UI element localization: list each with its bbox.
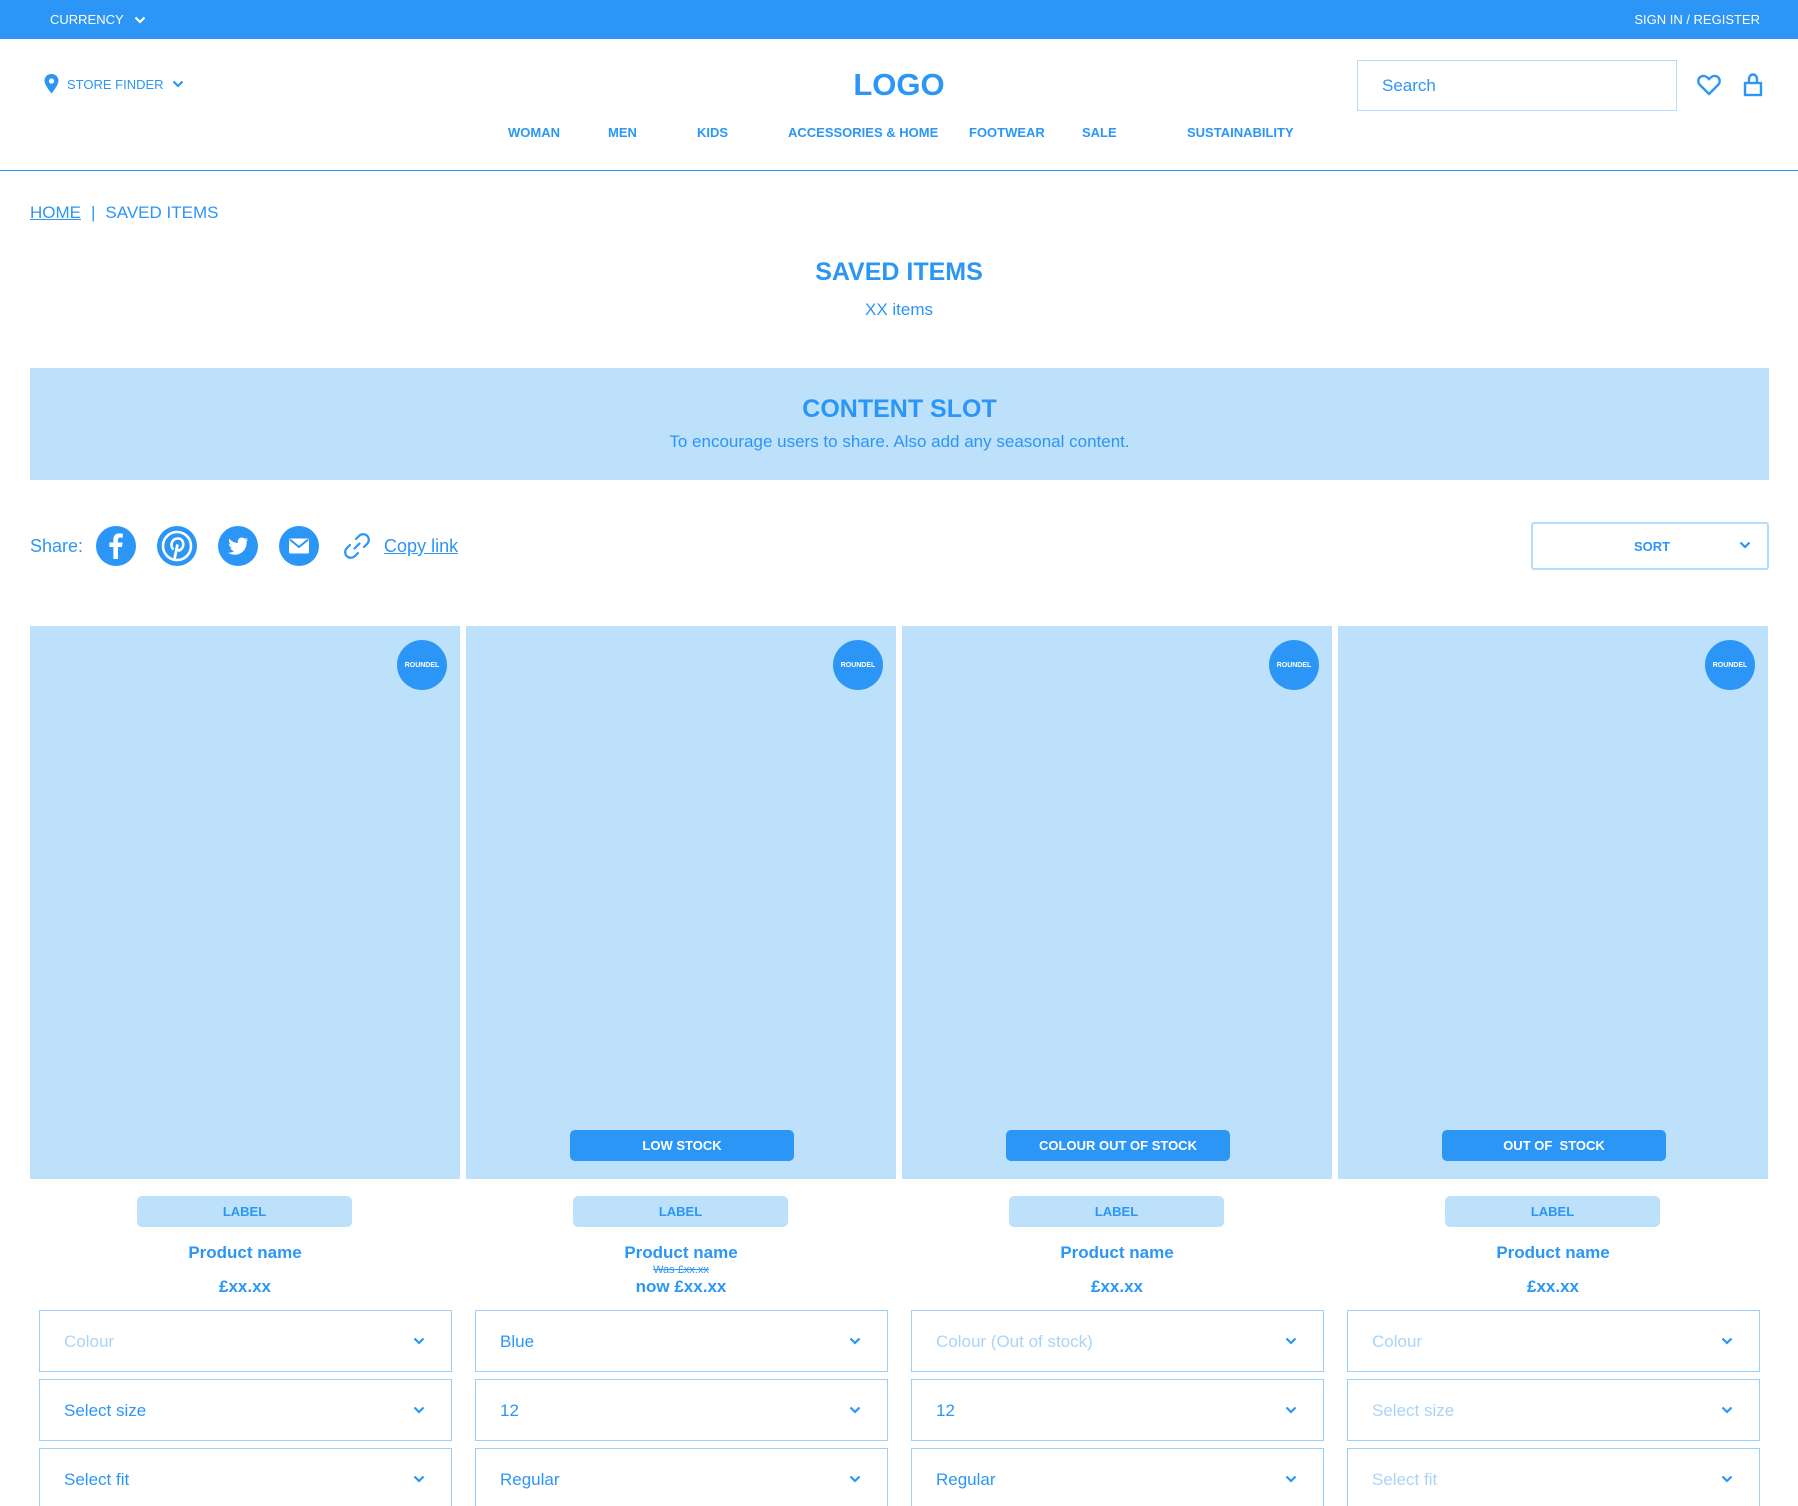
fit-select-value: Select fit [1372, 1470, 1438, 1489]
colour-select[interactable]: Colour [39, 1310, 452, 1372]
chevron-down-icon [1739, 541, 1751, 549]
roundel-badge: ROUNDEL [833, 640, 883, 690]
chevron-down-icon [1721, 1406, 1733, 1414]
twitter-icon[interactable] [218, 526, 259, 566]
page-title: SAVED ITEMS [815, 258, 983, 286]
colour-select[interactable]: Blue [475, 1310, 888, 1372]
stock-badge: LOW STOCK [570, 1130, 794, 1161]
product-price: now £xx.xx [635, 1277, 727, 1296]
fit-select[interactable]: Regular [475, 1448, 888, 1506]
chevron-down-icon [849, 1406, 861, 1414]
product-name[interactable]: Product name [902, 1243, 1332, 1263]
size-select-value: Select size [1372, 1401, 1455, 1420]
was-price: Was £xx.xx [653, 1264, 709, 1276]
content-slot-text: To encourage users to share. Also add an… [669, 432, 1130, 451]
chevron-down-icon [134, 16, 145, 24]
colour-select-value: Colour [1372, 1332, 1423, 1351]
share-bar: Share: Copy link [30, 525, 458, 567]
product-image[interactable] [902, 626, 1332, 1179]
size-select[interactable]: 12 [911, 1379, 1324, 1441]
product-name[interactable]: Product name [466, 1243, 896, 1263]
nav-item-men[interactable]: MEN [608, 125, 637, 140]
stock-badge: OUT OF STOCK [1442, 1130, 1666, 1161]
product-image[interactable] [466, 626, 896, 1179]
sort-dropdown[interactable]: SORT [1531, 522, 1769, 570]
content-slot-title: CONTENT SLOT [802, 395, 997, 423]
colour-select-value: Colour [64, 1332, 115, 1351]
fit-select[interactable]: Select fit [39, 1448, 452, 1506]
roundel-badge: ROUNDEL [1705, 640, 1755, 690]
nav-item-footwear[interactable]: FOOTWEAR [969, 125, 1045, 140]
chevron-down-icon [413, 1337, 425, 1345]
chevron-down-icon [1285, 1406, 1297, 1414]
nav-item-accessories-home[interactable]: ACCESSORIES & HOME [788, 125, 938, 140]
nav-item-kids[interactable]: KIDS [697, 125, 728, 140]
search-input[interactable] [1357, 60, 1677, 111]
facebook-icon[interactable] [96, 526, 137, 566]
fit-select[interactable]: Select fit [1347, 1448, 1760, 1506]
fit-select-value: Select fit [64, 1470, 130, 1489]
roundel-badge: ROUNDEL [397, 640, 447, 690]
nav-item-sale[interactable]: SALE [1082, 125, 1117, 140]
colour-select[interactable]: Colour [1347, 1310, 1760, 1372]
product-name[interactable]: Product name [30, 1243, 460, 1263]
chevron-down-icon [413, 1406, 425, 1414]
item-count: XX items [864, 300, 934, 319]
sort-label: SORT [1633, 539, 1671, 554]
chevron-down-icon [1285, 1337, 1297, 1345]
size-select-value: 12 [500, 1401, 519, 1420]
breadcrumb-current: SAVED ITEMS [105, 203, 219, 222]
product-image[interactable] [1338, 626, 1768, 1179]
chevron-down-icon [1285, 1475, 1297, 1483]
top-bar: CURRENCY SIGN IN / REGISTER [0, 0, 1798, 39]
colour-select[interactable]: Colour (Out of stock) [911, 1310, 1324, 1372]
pinterest-icon[interactable] [157, 526, 198, 566]
chevron-down-icon [849, 1337, 861, 1345]
size-select-value: Select size [64, 1401, 147, 1420]
currency-selector[interactable]: CURRENCY [50, 12, 146, 27]
roundel-badge: ROUNDEL [1269, 640, 1319, 690]
nav-item-woman[interactable]: WOMAN [508, 125, 560, 140]
sign-in-register-link[interactable]: SIGN IN / REGISTER [1634, 12, 1760, 27]
product-price: £xx.xx [1091, 1277, 1143, 1296]
product-image[interactable] [30, 626, 460, 1179]
content-slot-banner: CONTENT SLOT To encourage users to share… [30, 368, 1769, 480]
product-price: £xx.xx [219, 1277, 271, 1296]
share-label: Share: [30, 535, 84, 556]
nav-item-sustainability[interactable]: SUSTAINABILITY [1187, 125, 1294, 140]
email-icon[interactable] [279, 526, 320, 566]
copy-link[interactable]: Copy link [384, 536, 458, 557]
product-label: LABEL [1009, 1196, 1224, 1227]
chevron-down-icon [1721, 1475, 1733, 1483]
site-header: STORE FINDER LOGO WOMAN MEN KIDS ACCESSO… [0, 39, 1798, 171]
fit-select-value: Regular [500, 1470, 560, 1489]
colour-select-value: Blue [500, 1332, 535, 1351]
product-label: LABEL [137, 1196, 352, 1227]
chevron-down-icon [413, 1475, 425, 1483]
colour-select-value: Colour (Out of stock) [936, 1332, 1093, 1351]
size-select[interactable]: Select size [39, 1379, 452, 1441]
product-label: LABEL [573, 1196, 788, 1227]
main-nav: WOMAN MEN KIDS ACCESSORIES & HOME FOOTWE… [0, 125, 1798, 145]
size-select[interactable]: Select size [1347, 1379, 1760, 1441]
breadcrumb: HOME | SAVED ITEMS [30, 203, 218, 223]
breadcrumb-separator: | [91, 203, 96, 222]
link-icon[interactable] [340, 529, 374, 563]
size-select-value: 12 [936, 1401, 955, 1420]
shopping-bag-icon[interactable] [1739, 71, 1767, 99]
chevron-down-icon [849, 1475, 861, 1483]
wishlist-heart-icon[interactable] [1695, 71, 1723, 99]
chevron-down-icon [1721, 1337, 1733, 1345]
currency-label: CURRENCY [50, 12, 124, 27]
size-select[interactable]: 12 [475, 1379, 888, 1441]
product-label: LABEL [1445, 1196, 1660, 1227]
stock-badge: COLOUR OUT OF STOCK [1006, 1130, 1230, 1161]
product-name[interactable]: Product name [1338, 1243, 1768, 1263]
fit-select-value: Regular [936, 1470, 996, 1489]
product-price: £xx.xx [1527, 1277, 1579, 1296]
breadcrumb-home-link[interactable]: HOME [30, 203, 81, 223]
fit-select[interactable]: Regular [911, 1448, 1324, 1506]
